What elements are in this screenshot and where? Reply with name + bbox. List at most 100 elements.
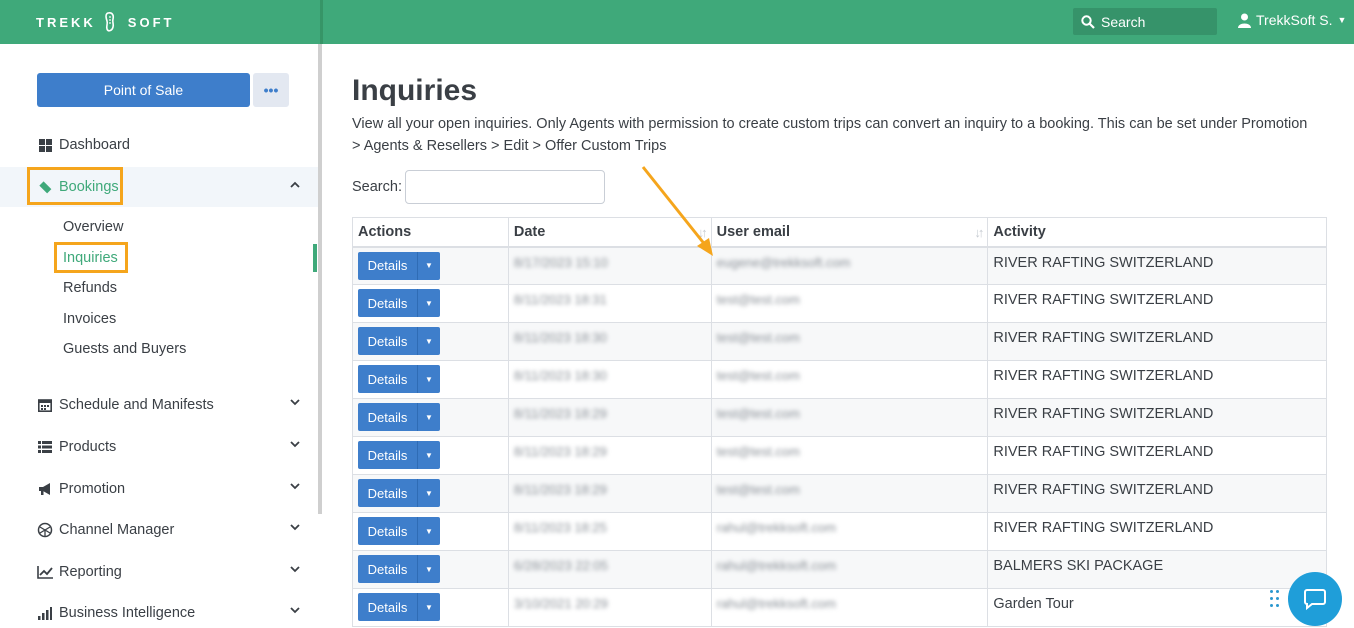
sidebar-item-schedule[interactable]: Schedule and Manifests — [0, 385, 318, 425]
sidebar-item-label: Dashboard — [59, 137, 130, 153]
actions-cell: Details ▼ — [352, 322, 509, 361]
details-button[interactable]: Details ▼ — [358, 555, 440, 583]
caret-down-icon[interactable]: ▼ — [418, 517, 440, 545]
table-row: Details ▼ 8/11/2023 18:29 test@test.com RIVE… — [352, 436, 1327, 475]
details-label: Details — [358, 251, 418, 280]
list-icon — [37, 439, 53, 455]
sidebar-item-promotion[interactable]: Promotion — [0, 469, 318, 509]
sidebar: Point of Sale ••• Dashboard Bookings Ove… — [0, 44, 318, 628]
caret-down-icon[interactable]: ▼ — [418, 365, 440, 393]
caret-down-icon[interactable]: ▼ — [418, 479, 440, 507]
logo-text-right: SOFT — [127, 14, 175, 30]
more-options-button[interactable]: ••• — [253, 73, 289, 107]
details-button[interactable]: Details ▼ — [358, 593, 440, 621]
drag-handle[interactable] — [1270, 590, 1280, 608]
table-row: Details ▼ 8/11/2023 18:31 test@test.com RIVE… — [352, 284, 1327, 323]
sidebar-item-products[interactable]: Products — [0, 427, 318, 467]
user-menu[interactable]: TrekkSoft S. ▼ — [1238, 12, 1346, 28]
date-cell: 8/11/2023 18:30 — [507, 360, 712, 399]
actions-cell: Details ▼ — [352, 512, 509, 551]
date-value: 8/11/2023 18:25 — [513, 520, 607, 535]
details-label: Details — [358, 479, 418, 507]
caret-down-icon[interactable]: ▼ — [418, 441, 440, 469]
activity-cell: RIVER RAFTING SWITZERLAND — [987, 436, 1327, 475]
activity-value: RIVER RAFTING SWITZERLAND — [993, 292, 1214, 308]
active-indicator — [313, 244, 317, 272]
sidebar-item-dashboard[interactable]: Dashboard — [0, 125, 318, 165]
topbar-divider — [320, 0, 323, 44]
details-button[interactable]: Details ▼ — [358, 251, 440, 280]
sidebar-item-channel-manager[interactable]: Channel Manager — [0, 510, 318, 550]
email-value: test@test.com — [716, 292, 800, 307]
details-button[interactable]: Details ▼ — [358, 327, 440, 355]
activity-cell: RIVER RAFTING SWITZERLAND — [987, 246, 1327, 285]
email-value: test@test.com — [716, 330, 800, 345]
inquiries-search-input[interactable] — [405, 170, 605, 204]
caret-down-icon[interactable]: ▼ — [418, 593, 440, 621]
email-cell: test@test.com — [710, 474, 989, 513]
sub-item-refunds[interactable]: Refunds — [63, 280, 117, 296]
sub-item-guests-and-buyers[interactable]: Guests and Buyers — [63, 341, 186, 357]
top-bar: TREKK SOFT Search TrekkSoft S. ▼ — [0, 0, 1354, 44]
caret-down-icon[interactable]: ▼ — [418, 289, 440, 317]
calendar-icon — [37, 397, 53, 413]
date-value: 8/11/2023 18:30 — [513, 368, 607, 383]
details-button[interactable]: Details ▼ — [358, 289, 440, 317]
details-button[interactable]: Details ▼ — [358, 365, 440, 393]
sidebar-item-reporting[interactable]: Reporting — [0, 552, 318, 592]
page-description: View all your open inquiries. Only Agent… — [352, 116, 1308, 154]
caret-down-icon[interactable]: ▼ — [418, 403, 440, 431]
details-button[interactable]: Details ▼ — [358, 403, 440, 431]
chevron-down-icon — [290, 483, 300, 490]
actions-cell: Details ▼ — [352, 360, 509, 399]
actions-cell: Details ▼ — [352, 246, 509, 285]
user-icon — [1238, 13, 1251, 28]
actions-cell: Details ▼ — [352, 550, 509, 589]
details-label: Details — [358, 593, 418, 621]
chat-button[interactable] — [1288, 572, 1342, 626]
email-value: eugene@trekksoft.com — [716, 254, 851, 270]
chevron-down-icon — [290, 607, 300, 614]
actions-cell: Details ▼ — [352, 436, 509, 475]
date-cell: 8/11/2023 18:29 — [507, 474, 712, 513]
caret-down-icon[interactable]: ▼ — [418, 555, 440, 583]
column-header-activity[interactable]: Activity — [987, 217, 1327, 248]
date-value: 8/11/2023 18:29 — [513, 406, 607, 421]
details-button[interactable]: Details ▼ — [358, 441, 440, 469]
details-label: Details — [358, 365, 418, 393]
email-cell: test@test.com — [710, 284, 989, 323]
activity-value: RIVER RAFTING SWITZERLAND — [993, 254, 1214, 271]
activity-value: RIVER RAFTING SWITZERLAND — [993, 482, 1214, 498]
email-cell: test@test.com — [710, 436, 989, 475]
sub-item-overview[interactable]: Overview — [63, 219, 123, 235]
details-button[interactable]: Details ▼ — [358, 479, 440, 507]
details-label: Details — [358, 403, 418, 431]
date-value: 8/11/2023 18:29 — [513, 444, 607, 459]
user-name: TrekkSoft S. — [1256, 12, 1333, 28]
sidebar-item-business-intelligence[interactable]: Business Intelligence — [0, 593, 318, 628]
network-icon — [37, 522, 53, 538]
email-cell: rahul@trekksoft.com — [710, 588, 989, 627]
trekksoft-logo[interactable]: TREKK SOFT — [36, 12, 174, 32]
activity-cell: RIVER RAFTING SWITZERLAND — [987, 512, 1327, 551]
column-header-user-email[interactable]: User email ↓↑ — [710, 217, 989, 248]
email-cell: test@test.com — [710, 322, 989, 361]
caret-down-icon[interactable]: ▼ — [418, 252, 440, 280]
activity-value: RIVER RAFTING SWITZERLAND — [993, 406, 1214, 422]
email-value: test@test.com — [716, 482, 800, 497]
caret-down-icon[interactable]: ▼ — [418, 327, 440, 355]
date-cell: 8/11/2023 18:29 — [507, 436, 712, 475]
date-cell: 8/11/2023 18:31 — [507, 284, 712, 323]
details-button[interactable]: Details ▼ — [358, 517, 440, 545]
column-header-date[interactable]: Date ↓↑ — [507, 217, 712, 248]
table-row: Details ▼ 6/28/2023 22:05 rahul@trekksoft.c… — [352, 550, 1327, 589]
date-value: 8/17/2023 15:10 — [513, 254, 608, 270]
point-of-sale-button[interactable]: Point of Sale — [37, 73, 250, 107]
sidebar-scrollbar[interactable] — [318, 44, 322, 514]
table-row: Details ▼ 8/11/2023 18:29 test@test.com RIVE… — [352, 474, 1327, 513]
activity-value: RIVER RAFTING SWITZERLAND — [993, 444, 1214, 460]
global-search[interactable]: Search — [1073, 8, 1217, 35]
sub-item-invoices[interactable]: Invoices — [63, 311, 116, 327]
logo-text-left: TREKK — [36, 14, 96, 30]
sidebar-item-label: Schedule and Manifests — [59, 397, 214, 413]
